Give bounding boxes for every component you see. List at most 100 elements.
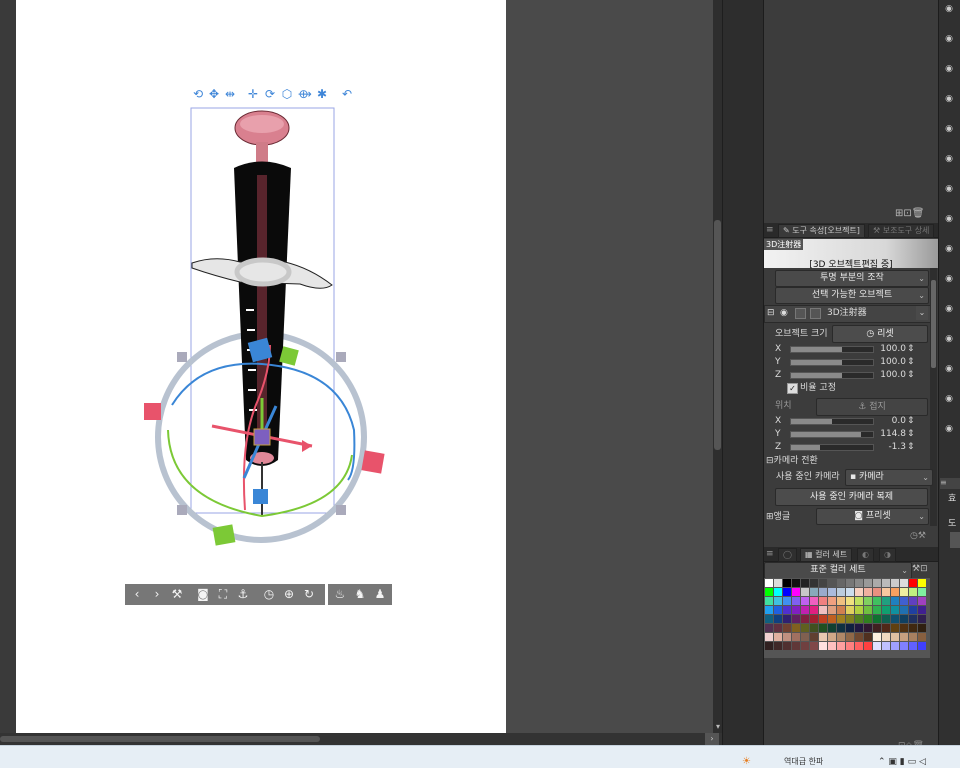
color-swatch[interactable] bbox=[783, 579, 791, 587]
color-swatch[interactable] bbox=[918, 606, 926, 614]
value-slider[interactable] bbox=[790, 418, 874, 425]
color-swatch[interactable] bbox=[846, 597, 854, 605]
color-swatch[interactable] bbox=[891, 624, 899, 632]
color-swatch[interactable] bbox=[810, 615, 818, 623]
color-swatch[interactable] bbox=[900, 588, 908, 596]
color-swatch[interactable] bbox=[909, 642, 917, 650]
color-swatch[interactable] bbox=[900, 642, 908, 650]
color-swatch[interactable] bbox=[837, 597, 845, 605]
value-field[interactable]: 100.0 bbox=[870, 356, 906, 368]
color-swatch[interactable] bbox=[873, 579, 881, 587]
color-swatch[interactable] bbox=[891, 579, 899, 587]
value-field[interactable]: 114.8 bbox=[870, 428, 906, 440]
color-swatch[interactable] bbox=[909, 606, 917, 614]
value-slider[interactable] bbox=[790, 444, 874, 451]
color-swatch[interactable] bbox=[900, 633, 908, 641]
color-swatch[interactable] bbox=[855, 588, 863, 596]
color-swatch[interactable] bbox=[828, 606, 836, 614]
color-swatch[interactable] bbox=[828, 615, 836, 623]
camera-dropdown[interactable]: ▪ 카메라 ⌄ bbox=[845, 469, 933, 486]
color-swatch[interactable] bbox=[900, 606, 908, 614]
scroll-down-icon[interactable]: ▾ bbox=[714, 722, 722, 732]
color-swatch[interactable] bbox=[900, 615, 908, 623]
color-swatch[interactable] bbox=[792, 633, 800, 641]
eye-icon[interactable]: ◉ bbox=[942, 64, 956, 74]
color-swatch[interactable] bbox=[909, 615, 917, 623]
color-swatch[interactable] bbox=[774, 642, 782, 650]
color-swatch[interactable] bbox=[765, 588, 773, 596]
color-swatch[interactable] bbox=[909, 633, 917, 641]
color-swatch[interactable] bbox=[864, 588, 872, 596]
color-swatch[interactable] bbox=[873, 597, 881, 605]
eye-icon[interactable]: ◉ bbox=[942, 394, 956, 404]
color-swatch[interactable] bbox=[864, 642, 872, 650]
eye-icon[interactable]: ◉ bbox=[942, 304, 956, 314]
color-swatch[interactable] bbox=[765, 633, 773, 641]
value-field[interactable]: 100.0 bbox=[870, 343, 906, 355]
color-swatch[interactable] bbox=[873, 606, 881, 614]
color-swatch[interactable] bbox=[873, 615, 881, 623]
tray-icons[interactable]: ⌃ ▣ ▮ ▭ ◁ bbox=[878, 757, 926, 767]
selectable-object-dropdown[interactable]: 선택 가능한 오브젝트 ⌄ bbox=[775, 287, 929, 304]
color-swatch[interactable] bbox=[864, 606, 872, 614]
spinner-icon[interactable]: ⇕ bbox=[907, 369, 915, 381]
value-slider[interactable] bbox=[790, 431, 874, 438]
color-swatch[interactable] bbox=[828, 597, 836, 605]
color-swatch[interactable] bbox=[846, 642, 854, 650]
color-swatch[interactable] bbox=[792, 642, 800, 650]
color-swatch[interactable] bbox=[810, 633, 818, 641]
color-swatch[interactable] bbox=[891, 588, 899, 596]
color-swatch[interactable] bbox=[765, 624, 773, 632]
weather-icon[interactable]: ☀ bbox=[742, 757, 758, 767]
color-swatch[interactable] bbox=[801, 588, 809, 596]
color-swatch[interactable] bbox=[855, 633, 863, 641]
color-swatch[interactable] bbox=[774, 624, 782, 632]
color-swatch[interactable] bbox=[891, 597, 899, 605]
color-swatch[interactable] bbox=[801, 615, 809, 623]
fit-icon[interactable]: ⛶ bbox=[215, 586, 231, 602]
color-swatch[interactable] bbox=[819, 606, 827, 614]
color-swatch[interactable] bbox=[891, 633, 899, 641]
color-swatch[interactable] bbox=[855, 615, 863, 623]
color-swatch[interactable] bbox=[792, 588, 800, 596]
color-swatch[interactable] bbox=[882, 597, 890, 605]
color-swatch[interactable] bbox=[810, 624, 818, 632]
color-swatch[interactable] bbox=[783, 624, 791, 632]
chevron-right-icon[interactable]: › bbox=[149, 586, 165, 602]
color-swatch[interactable] bbox=[864, 615, 872, 623]
color-swatch[interactable] bbox=[819, 633, 827, 641]
color-swatch[interactable] bbox=[891, 642, 899, 650]
color-swatch[interactable] bbox=[882, 579, 890, 587]
panel-scroll-thumb[interactable] bbox=[931, 280, 936, 368]
tab-tool-property[interactable]: ✎ 도구 속성[오브젝트] bbox=[778, 224, 865, 238]
color-swatch[interactable] bbox=[801, 642, 809, 650]
spinner-icon[interactable]: ⇕ bbox=[907, 441, 915, 453]
color-swatch[interactable] bbox=[810, 606, 818, 614]
color-swatch[interactable] bbox=[765, 597, 773, 605]
color-swatch[interactable] bbox=[918, 579, 926, 587]
layer-action-icons[interactable]: ⊞⊡🗑 bbox=[895, 208, 935, 220]
duplicate-camera-button[interactable]: 사용 중인 카메라 복제 bbox=[775, 488, 928, 506]
floor-icon[interactable]: ⚓ bbox=[235, 586, 251, 602]
color-swatch[interactable] bbox=[864, 579, 872, 587]
color-swatch[interactable] bbox=[855, 579, 863, 587]
color-swatch[interactable] bbox=[918, 642, 926, 650]
tab-intermediate-color[interactable]: ◐ bbox=[857, 548, 874, 562]
refresh-icon[interactable]: ↻ bbox=[301, 586, 317, 602]
value-slider[interactable] bbox=[790, 372, 874, 379]
color-swatch[interactable] bbox=[810, 642, 818, 650]
spinner-icon[interactable]: ⇕ bbox=[907, 343, 915, 355]
color-swatch[interactable] bbox=[765, 606, 773, 614]
color-swatch[interactable] bbox=[900, 579, 908, 587]
value-field[interactable]: 0.0 bbox=[870, 415, 906, 427]
menu-icon[interactable]: ≡ bbox=[766, 548, 774, 560]
color-swatch[interactable] bbox=[774, 597, 782, 605]
color-swatch[interactable] bbox=[810, 588, 818, 596]
news-ticker[interactable]: 역대급 한파 bbox=[784, 757, 823, 767]
eye-icon[interactable]: ◉ bbox=[942, 334, 956, 344]
wrench-icon[interactable]: ⚒ bbox=[169, 586, 185, 602]
color-swatch[interactable] bbox=[855, 597, 863, 605]
color-swatch[interactable] bbox=[864, 597, 872, 605]
lock-checkbox[interactable] bbox=[795, 308, 806, 319]
collapse-icon[interactable]: ⊟ bbox=[767, 307, 775, 319]
